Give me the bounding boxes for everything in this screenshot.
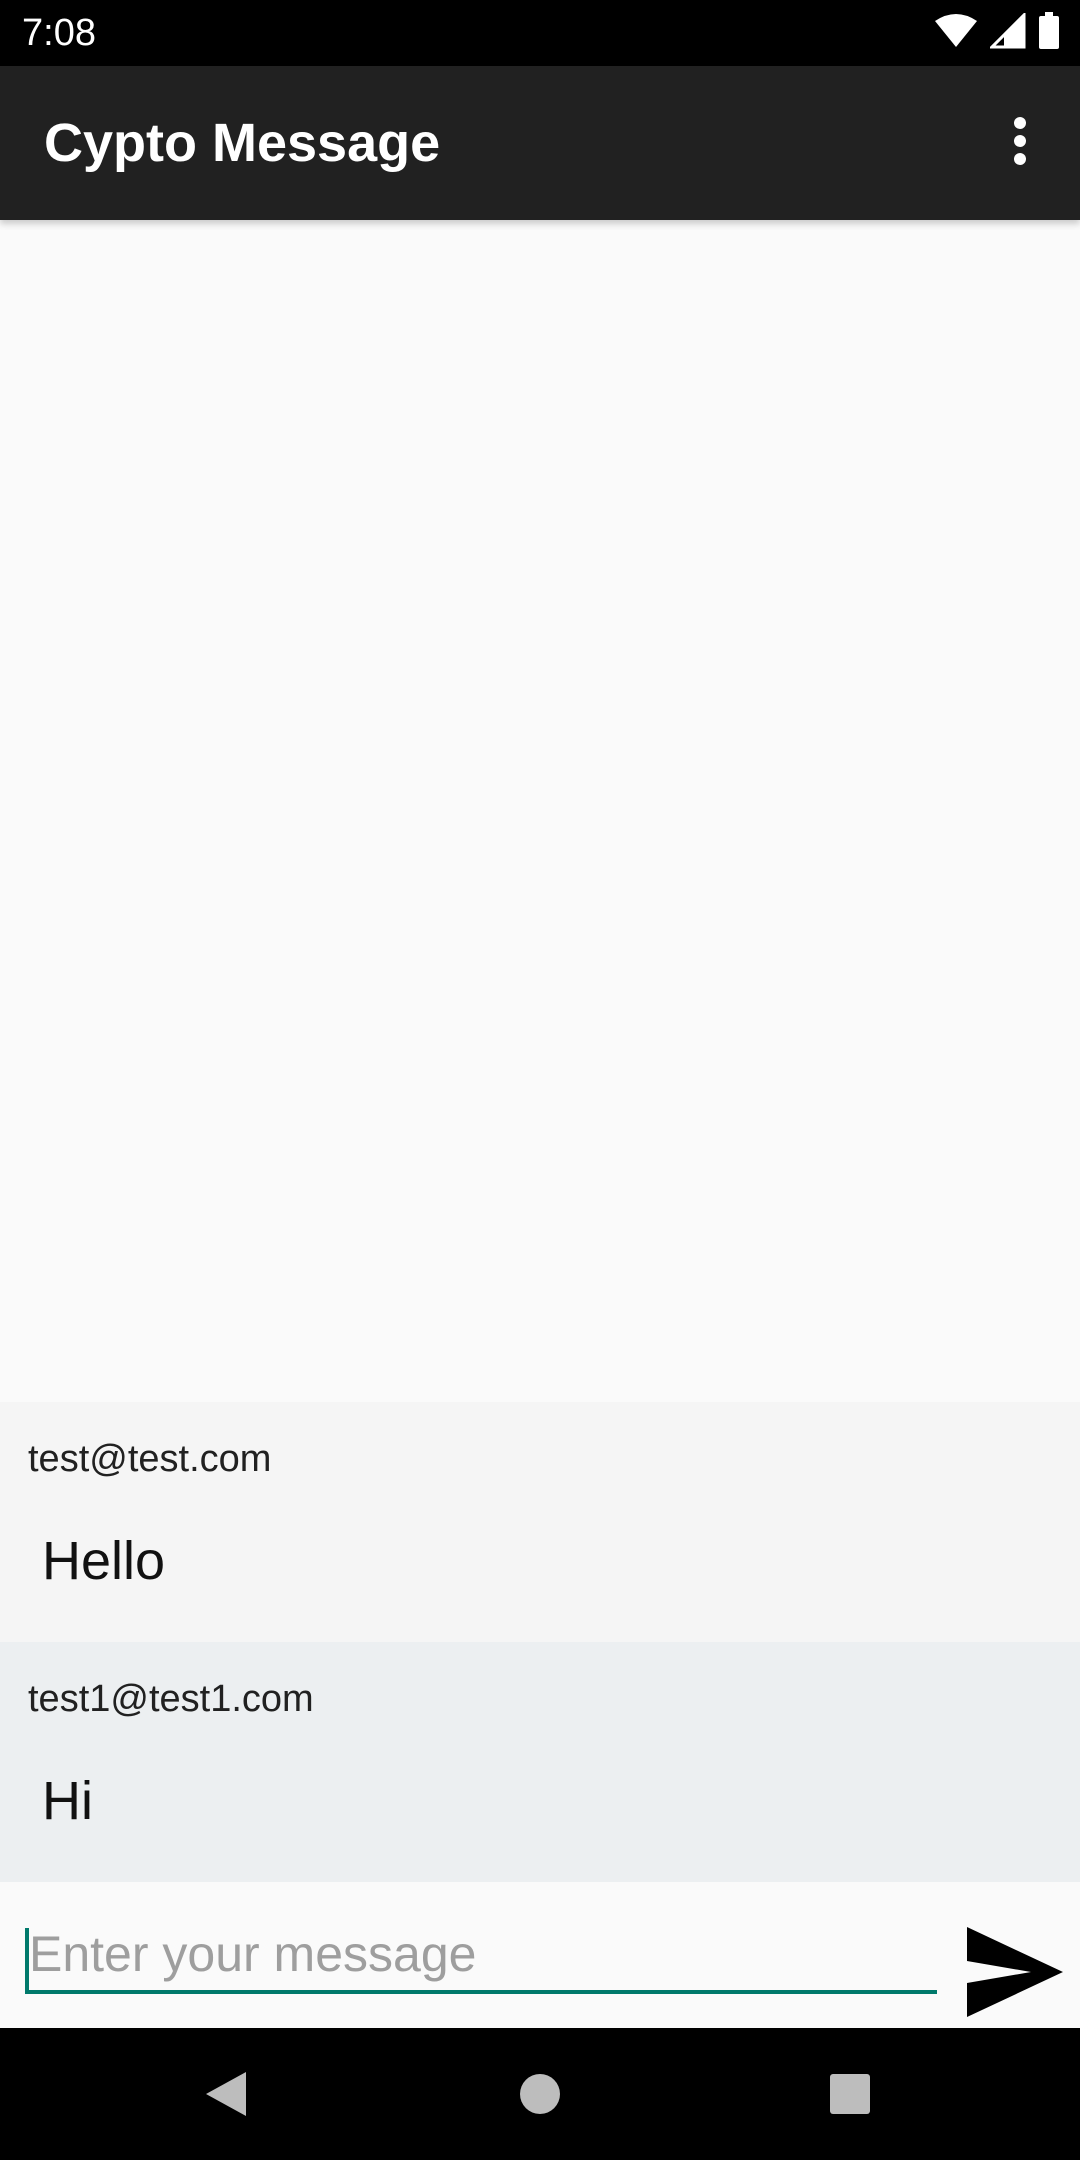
status-icons — [934, 10, 1060, 55]
message-sender: test1@test1.com — [28, 1678, 314, 1720]
wifi-icon — [934, 13, 978, 54]
back-icon — [204, 2070, 248, 2123]
status-time: 7:08 — [22, 12, 96, 54]
message-item[interactable]: test@test.com Hello — [0, 1402, 1080, 1642]
more-vert-icon — [1012, 116, 1028, 171]
status-bar: 7:08 — [0, 0, 1080, 66]
screen: 7:08 Cypto Message test@test.com Hello t… — [0, 0, 1080, 2160]
nav-back-button[interactable] — [186, 2056, 266, 2136]
overflow-menu-button[interactable] — [990, 111, 1050, 175]
message-item[interactable]: test1@test1.com Hi — [0, 1642, 1080, 1882]
message-input[interactable] — [25, 1918, 937, 1994]
navigation-bar — [0, 2028, 1080, 2160]
battery-icon — [1038, 11, 1060, 55]
text-caret — [25, 1928, 29, 1990]
nav-recents-button[interactable] — [810, 2056, 890, 2136]
cellular-signal-icon — [988, 10, 1026, 54]
message-text: Hi — [42, 1771, 93, 1831]
home-icon — [518, 2072, 562, 2121]
message-text: Hello — [42, 1531, 166, 1591]
composer — [0, 1882, 1080, 2028]
recents-icon — [828, 2072, 872, 2121]
app-title: Cypto Message — [44, 113, 441, 173]
send-icon — [965, 1925, 1065, 2024]
app-bar: Cypto Message — [0, 66, 1080, 220]
message-sender: test@test.com — [28, 1438, 272, 1480]
nav-home-button[interactable] — [500, 2056, 580, 2136]
send-button[interactable] — [960, 1924, 1070, 2024]
